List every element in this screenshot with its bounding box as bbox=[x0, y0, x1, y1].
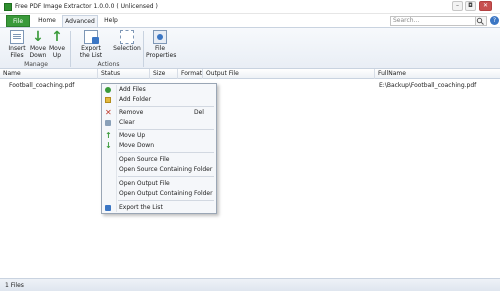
arrow-up-icon: ↑ bbox=[105, 131, 112, 140]
menu-separator bbox=[118, 176, 214, 177]
tab-advanced[interactable]: Advanced bbox=[62, 15, 98, 27]
restore-button[interactable]: ◘ bbox=[465, 1, 476, 11]
ribbon-separator bbox=[70, 31, 71, 67]
menu-separator bbox=[118, 106, 214, 107]
move-down-button[interactable]: ↓ Move Down bbox=[28, 30, 48, 59]
export-list-button[interactable]: Export the List bbox=[76, 30, 106, 59]
ribbon-separator bbox=[143, 31, 144, 67]
column-header-status[interactable]: Status bbox=[98, 69, 150, 79]
insert-files-icon bbox=[10, 30, 24, 44]
cell-name: Football_coaching.pdf bbox=[9, 82, 75, 89]
manage-group-label: Manage bbox=[24, 61, 48, 68]
column-header-name[interactable]: Name bbox=[0, 69, 98, 79]
tab-file[interactable]: File bbox=[6, 15, 30, 27]
insert-files-label: Insert Files bbox=[8, 45, 26, 59]
move-down-label: Move Down bbox=[29, 45, 47, 59]
remove-shortcut: Del bbox=[194, 109, 204, 116]
arrow-down-icon: ↓ bbox=[32, 29, 44, 45]
column-header-size[interactable]: Size bbox=[150, 69, 178, 79]
arrow-down-icon: ↓ bbox=[105, 141, 112, 150]
export-icon bbox=[84, 30, 99, 44]
window-title: Free PDF Image Extractor 1.0.0.0 ( Unlic… bbox=[15, 3, 158, 10]
menu-item-open-source-file[interactable]: Open Source File bbox=[102, 155, 216, 165]
title-bar: Free PDF Image Extractor 1.0.0.0 ( Unlic… bbox=[0, 0, 500, 14]
menu-item-add-folder[interactable]: Add Folder bbox=[102, 95, 216, 105]
menu-item-clear[interactable]: Clear bbox=[102, 118, 216, 128]
export-list-label: Export the List bbox=[79, 45, 103, 59]
status-file-count: 1 Files bbox=[5, 282, 24, 289]
move-up-button[interactable]: ↑ Move Up bbox=[48, 30, 66, 59]
menu-item-move-down[interactable]: ↓ Move Down bbox=[102, 141, 216, 151]
column-header-output-file[interactable]: Output File bbox=[203, 69, 375, 79]
ribbon-tabs: File Home Advanced Help Search... ? bbox=[0, 14, 500, 27]
context-menu: Add Files Add Folder ✕ Remove Del Clear … bbox=[101, 83, 217, 214]
cell-fullname: E:\Backup\Football_coaching.pdf bbox=[379, 82, 477, 89]
column-header-fullname[interactable]: FullName bbox=[375, 69, 500, 79]
menu-separator bbox=[118, 200, 214, 201]
file-properties-button[interactable]: File Properties bbox=[146, 30, 177, 59]
menu-item-remove[interactable]: ✕ Remove Del bbox=[102, 108, 216, 118]
minimize-button[interactable]: – bbox=[452, 1, 463, 11]
close-button[interactable]: ✕ bbox=[479, 1, 492, 11]
arrow-up-icon: ↑ bbox=[51, 29, 63, 45]
menu-item-export-list[interactable]: Export the List bbox=[102, 203, 216, 213]
insert-files-button[interactable]: Insert Files bbox=[6, 30, 28, 59]
clear-icon bbox=[105, 120, 111, 126]
selection-label: Selection bbox=[113, 45, 141, 52]
menu-item-open-source-folder[interactable]: Open Source Containing Folder bbox=[102, 165, 216, 175]
search-input[interactable]: Search... bbox=[390, 16, 476, 26]
menu-separator bbox=[118, 152, 214, 153]
grid-header: Name Status Size Format Output File Full… bbox=[0, 69, 500, 79]
column-header-format[interactable]: Format bbox=[178, 69, 203, 79]
search-icon[interactable] bbox=[476, 16, 487, 26]
tab-help[interactable]: Help bbox=[100, 15, 122, 27]
app-icon bbox=[4, 3, 12, 11]
table-row[interactable]: Football_coaching.pdf E:\Backup\Football… bbox=[0, 80, 500, 91]
add-icon bbox=[105, 87, 111, 93]
file-properties-label: File Properties bbox=[146, 45, 177, 59]
menu-item-add-files[interactable]: Add Files bbox=[102, 85, 216, 95]
menu-separator bbox=[118, 129, 214, 130]
folder-icon bbox=[105, 97, 111, 103]
actions-group-label: Actions bbox=[97, 61, 120, 68]
file-properties-icon bbox=[153, 30, 167, 44]
move-up-label: Move Up bbox=[48, 45, 66, 59]
export-icon bbox=[105, 205, 111, 211]
tab-home[interactable]: Home bbox=[33, 15, 61, 27]
menu-item-open-output-folder[interactable]: Open Output Containing Folder bbox=[102, 189, 216, 199]
selection-icon bbox=[120, 30, 134, 44]
menu-item-open-output-file[interactable]: Open Output File bbox=[102, 179, 216, 189]
ribbon: Insert Files ↓ Move Down ↑ Move Up Manag… bbox=[0, 27, 500, 69]
help-icon[interactable]: ? bbox=[490, 16, 499, 25]
status-bar: 1 Files bbox=[0, 278, 500, 291]
menu-item-move-up[interactable]: ↑ Move Up bbox=[102, 131, 216, 141]
remove-icon: ✕ bbox=[105, 108, 112, 117]
selection-button[interactable]: Selection bbox=[113, 30, 141, 52]
